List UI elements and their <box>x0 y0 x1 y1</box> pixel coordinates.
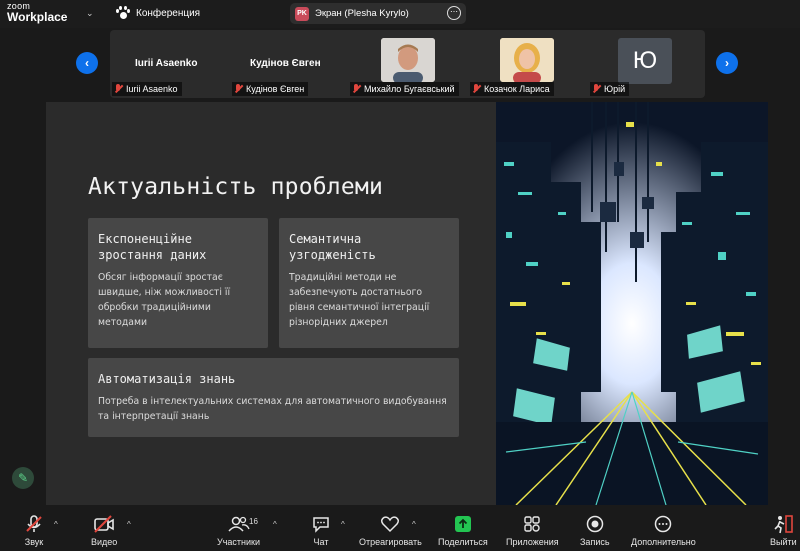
participant-name: Михайло Бугаєвський <box>364 84 455 94</box>
video-off-icon <box>93 514 115 534</box>
card-title: Семантична узгодженість <box>289 232 376 262</box>
video-button[interactable]: Видео <box>91 514 117 547</box>
top-bar: zoom Workplace ⌄ Конференция PK Экран (P… <box>0 0 800 28</box>
chat-icon <box>311 514 331 534</box>
slide-card: Семантична узгодженість Традиційні метод… <box>279 218 459 348</box>
card-title: Експоненційне зростання даних <box>98 232 207 262</box>
logo-bottom: Workplace <box>7 10 68 24</box>
card-body: Обсяг інформації зростає швидше, ніж мож… <box>98 272 231 328</box>
conference-button[interactable]: Конференция <box>116 6 200 20</box>
participant-name-tag: Козачок Лариса <box>470 82 554 96</box>
participant-name-tag: Михайло Бугаєвський <box>350 82 459 96</box>
mic-muted-icon <box>592 84 601 94</box>
share-screen-button[interactable]: Поделиться <box>438 514 488 547</box>
react-label: Отреагировать <box>359 537 422 547</box>
chevron-down-icon[interactable]: ⌄ <box>86 8 94 19</box>
participant-name-tag: Iurii Asaenko <box>112 82 182 96</box>
mic-muted-icon <box>352 84 361 94</box>
more-options-icon[interactable]: ⋯ <box>447 6 461 20</box>
apps-icon <box>522 514 542 534</box>
leave-icon <box>772 514 794 534</box>
share-label: Экран (Plesha Kyrylo) <box>315 8 409 19</box>
slide-illustration <box>496 102 768 505</box>
slide-title: Актуальність проблеми <box>88 174 383 200</box>
video-options-caret[interactable]: ^ <box>127 520 131 529</box>
shared-screen: Актуальність проблеми Експоненційне зрос… <box>46 102 768 505</box>
participant-name: Iurii Asaenko <box>126 84 178 94</box>
react-options-caret[interactable]: ^ <box>412 520 416 529</box>
slide-card: Автоматизація знань Потреба в інтелектуа… <box>88 358 459 437</box>
record-button[interactable]: Запись <box>580 514 610 547</box>
video-label: Видео <box>91 537 118 547</box>
annotate-pencil-icon[interactable]: ✎ <box>12 467 34 489</box>
participant-name: Козачок Лариса <box>484 84 550 94</box>
participants-count: 16 <box>249 517 258 526</box>
participant-name: Юрій <box>604 84 626 94</box>
audio-label: Звук <box>24 537 44 547</box>
more-button[interactable]: Дополнительно <box>631 514 696 547</box>
participant-tile[interactable]: Iurii Asaenko Iurii Asaenko <box>110 30 225 98</box>
chat-button[interactable]: Чат <box>311 514 331 547</box>
mic-muted-icon <box>472 84 481 94</box>
audio-button[interactable]: Звук <box>24 514 44 547</box>
record-label: Запись <box>580 537 610 547</box>
participant-name: Кудінов Євген <box>246 84 305 94</box>
share-screen-icon <box>452 514 474 534</box>
meeting-toolbar: Звук ^ Видео ^ Участники 16 ^ Чат ^ Отре… <box>0 508 800 551</box>
chat-label: Чат <box>313 537 329 547</box>
participant-avatar: Ю <box>618 38 672 84</box>
participants-icon <box>227 514 250 534</box>
participants-label: Участники <box>217 537 260 547</box>
participant-display-name: Кудінов Євген <box>250 58 321 69</box>
participant-name-tag: Кудінов Євген <box>232 82 309 96</box>
heart-icon <box>380 514 400 534</box>
apps-label: Приложения <box>506 537 559 547</box>
card-body: Потреба в інтелектуальних системах для а… <box>98 396 447 422</box>
share-label: Поделиться <box>438 537 488 547</box>
participant-name-tag: Юрій <box>590 82 630 96</box>
more-label: Дополнительно <box>631 537 696 547</box>
more-icon <box>653 514 673 534</box>
participant-tile[interactable]: Кудінов Євген Кудінов Євген <box>230 30 345 98</box>
screen-share-indicator[interactable]: PK Экран (Plesha Kyrylo) ⋯ <box>290 3 466 24</box>
conference-label: Конференция <box>136 7 201 19</box>
participant-tile[interactable]: Михайло Бугаєвський <box>348 30 466 98</box>
audio-options-caret[interactable]: ^ <box>54 520 58 529</box>
mic-muted-icon <box>234 84 243 94</box>
participant-photo <box>500 38 554 82</box>
leave-label: Выйти <box>770 537 797 547</box>
participant-tile[interactable]: Козачок Лариса <box>468 30 588 98</box>
card-title: Автоматизація знань <box>98 372 236 386</box>
apps-button[interactable]: Приложения <box>506 514 559 547</box>
participant-display-name: Iurii Asaenko <box>135 58 198 69</box>
participant-tile[interactable]: Ю Юрій <box>588 30 703 98</box>
sharer-avatar: PK <box>295 6 309 21</box>
react-button[interactable]: Отреагировать <box>359 514 422 547</box>
card-body: Традиційні методи не забезпечують достат… <box>289 272 430 328</box>
record-icon <box>585 514 605 534</box>
participants-options-caret[interactable]: ^ <box>273 520 277 529</box>
chat-options-caret[interactable]: ^ <box>341 520 345 529</box>
leave-button[interactable]: Выйти <box>770 514 797 547</box>
paw-icon <box>116 6 130 20</box>
next-page-button[interactable]: › <box>716 52 738 74</box>
participant-photo <box>381 38 435 82</box>
zoom-logo[interactable]: zoom Workplace <box>7 2 68 24</box>
slide-card: Експоненційне зростання даних Обсяг інфо… <box>88 218 268 348</box>
mic-muted-icon <box>114 84 123 94</box>
mic-off-icon <box>24 514 44 534</box>
participant-strip: Iurii Asaenko Iurii Asaenko Кудінов Євге… <box>110 30 705 98</box>
prev-page-button[interactable]: ‹ <box>76 52 98 74</box>
